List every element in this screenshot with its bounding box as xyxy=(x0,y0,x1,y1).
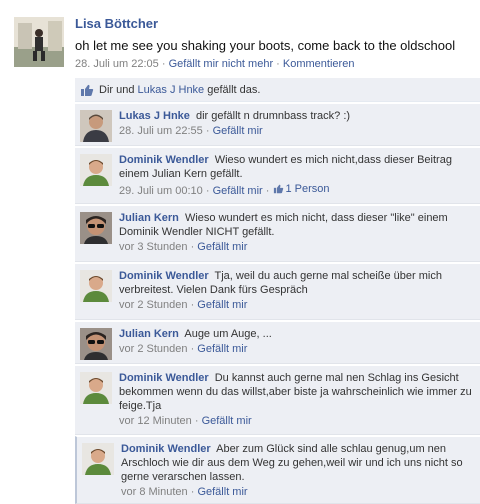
avatar-photo-icon xyxy=(80,212,112,244)
separator: · xyxy=(276,58,280,70)
commenter-avatar[interactable] xyxy=(82,443,114,475)
like-link[interactable]: Gefällt mir xyxy=(213,185,263,197)
commenter-avatar[interactable] xyxy=(80,328,112,360)
post-author-avatar[interactable] xyxy=(14,17,64,67)
comment-time[interactable]: vor 3 Stunden xyxy=(119,241,188,253)
comment-time[interactable]: vor 2 Stunden xyxy=(119,299,188,311)
comment-item: Dominik Wendler Wieso wundert es mich ni… xyxy=(75,147,480,204)
thumbs-up-icon xyxy=(80,84,94,100)
comment-item: Dominik Wendler Aber zum Glück sind alle… xyxy=(75,436,480,504)
comment-meta: 28. Juli um 22:55 · Gefällt mir xyxy=(119,124,474,138)
comment-time[interactable]: 29. Juli um 00:10 xyxy=(119,185,203,197)
avatar-photo-icon xyxy=(80,328,112,360)
comment-body: Dominik Wendler Du kannst auch gerne mal… xyxy=(119,371,474,428)
comment-text: Auge um Auge, ... xyxy=(184,328,272,340)
avatar-photo-icon xyxy=(82,443,114,475)
commenter-avatar[interactable] xyxy=(80,154,112,186)
comment-meta: vor 8 Minuten · Gefällt mir xyxy=(121,485,476,499)
separator: · xyxy=(265,185,270,197)
avatar-photo-icon xyxy=(80,270,112,302)
separator: · xyxy=(190,486,195,498)
comment-text: dir gefällt n drumnbass track? :) xyxy=(195,110,351,122)
like-link[interactable]: Gefällt mir xyxy=(197,343,247,355)
separator: · xyxy=(161,58,166,70)
comment-author[interactable]: Lukas J Hnke xyxy=(119,110,190,122)
comment-meta: vor 12 Minuten · Gefällt mir xyxy=(119,414,474,428)
commenter-avatar[interactable] xyxy=(80,270,112,302)
like-link[interactable]: Gefällt mir xyxy=(197,299,247,311)
commenter-avatar[interactable] xyxy=(80,212,112,244)
unlike-link[interactable]: Gefällt mir nicht mehr xyxy=(169,58,274,70)
feed-story: Lisa Böttcher oh let me see you shaking … xyxy=(0,0,480,504)
comment-body: Dominik Wendler Aber zum Glück sind alle… xyxy=(121,442,476,499)
comment-author[interactable]: Dominik Wendler xyxy=(121,443,211,455)
comment-author[interactable]: Julian Kern xyxy=(119,212,179,224)
commenter-avatar[interactable] xyxy=(80,110,112,142)
like-count-label: 1 Person xyxy=(285,183,330,195)
like-link[interactable]: Gefällt mir xyxy=(202,415,252,427)
likes-suffix: gefällt das. xyxy=(207,84,261,96)
liker-name[interactable]: Lukas J Hnke xyxy=(138,84,205,96)
separator: · xyxy=(190,343,195,355)
comment-time[interactable]: 28. Juli um 22:55 xyxy=(119,125,203,137)
thumbs-up-icon xyxy=(273,184,283,194)
avatar-photo-icon xyxy=(80,372,112,404)
likes-summary: Dir und Lukas J Hnke gefällt das. xyxy=(75,78,480,102)
comment-link[interactable]: Kommentieren xyxy=(283,58,355,70)
post-author-name[interactable]: Lisa Böttcher xyxy=(75,16,158,31)
comment-item: Dominik Wendler Tja, weil du auch gerne … xyxy=(75,263,480,320)
avatar-photo-icon xyxy=(80,110,112,142)
like-link[interactable]: Gefällt mir xyxy=(197,486,247,498)
comment-time[interactable]: vor 2 Stunden xyxy=(119,343,188,355)
comment-body: Julian Kern Auge um Auge, ... vor 2 Stun… xyxy=(119,327,474,356)
comment-body: Dominik Wendler Wieso wundert es mich ni… xyxy=(119,153,474,198)
separator: · xyxy=(205,125,210,137)
comment-like-count[interactable]: 1 Person xyxy=(273,182,330,196)
comment-item: Julian Kern Wieso wundert es mich nicht,… xyxy=(75,205,480,262)
comment-author[interactable]: Dominik Wendler xyxy=(119,270,209,282)
comment-meta: vor 3 Stunden · Gefällt mir xyxy=(119,240,474,254)
avatar-photo-icon xyxy=(14,17,64,67)
comment-time[interactable]: vor 8 Minuten xyxy=(121,486,188,498)
likes-prefix: Dir und xyxy=(99,84,135,96)
comment-body: Julian Kern Wieso wundert es mich nicht,… xyxy=(119,211,474,254)
commenter-avatar[interactable] xyxy=(80,372,112,404)
comment-author[interactable]: Julian Kern xyxy=(119,328,179,340)
comment-time[interactable]: vor 12 Minuten xyxy=(119,415,192,427)
separator: · xyxy=(190,241,195,253)
comment-author[interactable]: Dominik Wendler xyxy=(119,154,209,166)
separator: · xyxy=(190,299,195,311)
comment-body: Lukas J Hnke dir gefällt n drumnbass tra… xyxy=(119,109,474,138)
post-meta: 28. Juli um 22:05 · Gefällt mir nicht me… xyxy=(75,58,354,70)
comment-meta: 29. Juli um 00:10 · Gefällt mir · 1 Pers… xyxy=(119,182,474,198)
avatar-photo-icon xyxy=(80,154,112,186)
post-text: oh let me see you shaking your boots, co… xyxy=(75,38,456,53)
comment-item: Dominik Wendler Du kannst auch gerne mal… xyxy=(75,365,480,435)
separator: · xyxy=(205,185,210,197)
comment-body: Dominik Wendler Tja, weil du auch gerne … xyxy=(119,269,474,312)
comment-meta: vor 2 Stunden · Gefällt mir xyxy=(119,342,474,356)
comment-meta: vor 2 Stunden · Gefällt mir xyxy=(119,298,474,312)
feedback-box: Dir und Lukas J Hnke gefällt das. Lukas … xyxy=(75,78,480,504)
separator: · xyxy=(194,415,199,427)
comment-item: Julian Kern Auge um Auge, ... vor 2 Stun… xyxy=(75,321,480,364)
comment-author[interactable]: Dominik Wendler xyxy=(119,372,209,384)
like-link[interactable]: Gefällt mir xyxy=(213,125,263,137)
comment-item: Lukas J Hnke dir gefällt n drumnbass tra… xyxy=(75,103,480,146)
post-timestamp[interactable]: 28. Juli um 22:05 xyxy=(75,58,159,70)
like-link[interactable]: Gefällt mir xyxy=(197,241,247,253)
